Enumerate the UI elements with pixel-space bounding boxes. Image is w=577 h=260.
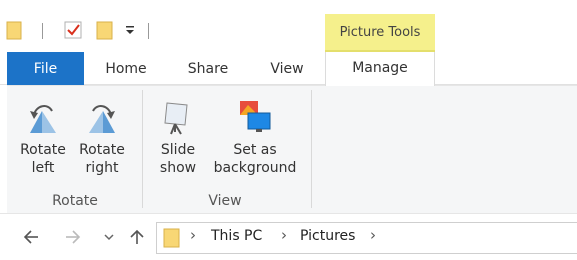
tab-view-label: View bbox=[270, 60, 304, 77]
up-arrow-icon bbox=[130, 229, 144, 244]
slideshow-icon bbox=[164, 102, 188, 135]
recent-locations-button[interactable] bbox=[100, 228, 118, 246]
back-arrow-icon bbox=[23, 230, 38, 244]
group-separator bbox=[311, 90, 312, 208]
context-tab-label: Picture Tools bbox=[339, 25, 421, 40]
breadcrumb-separator-icon[interactable]: › bbox=[370, 226, 376, 244]
picture-tools-context-header: Picture Tools bbox=[325, 14, 435, 51]
tab-file-label: File bbox=[33, 60, 58, 77]
breadcrumb-separator-icon[interactable]: › bbox=[281, 226, 287, 244]
properties-icon[interactable] bbox=[63, 19, 85, 41]
breadcrumb-pictures[interactable]: Pictures bbox=[300, 228, 355, 244]
breadcrumb-this-pc[interactable]: This PC bbox=[211, 228, 262, 244]
set-as-background-label: Set as background bbox=[213, 142, 297, 176]
slideshow-button[interactable]: Slide show bbox=[152, 99, 204, 177]
tab-manage[interactable]: Manage bbox=[325, 50, 435, 86]
group-separator bbox=[142, 90, 143, 208]
rotate-right-icon bbox=[89, 105, 115, 133]
folder-icon bbox=[6, 21, 22, 40]
title-bar: Picture Tools bbox=[0, 0, 577, 51]
back-button[interactable] bbox=[22, 228, 40, 246]
tab-manage-accent bbox=[325, 50, 435, 52]
rotate-left-icon bbox=[30, 105, 56, 133]
tab-view[interactable]: View bbox=[257, 52, 317, 85]
tab-share[interactable]: Share bbox=[178, 52, 238, 85]
customize-qat-icon[interactable] bbox=[124, 24, 136, 36]
set-as-background-button[interactable]: Set as background bbox=[209, 99, 301, 177]
chevron-down-icon bbox=[104, 234, 114, 241]
forward-button[interactable] bbox=[64, 228, 82, 246]
rotate-right-button[interactable]: Rotate right bbox=[74, 99, 130, 177]
tab-home-label: Home bbox=[105, 60, 147, 77]
location-folder-icon bbox=[163, 228, 180, 248]
breadcrumb-separator-icon[interactable]: › bbox=[190, 226, 196, 244]
up-button[interactable] bbox=[128, 228, 146, 246]
set-background-icon bbox=[240, 101, 271, 132]
forward-arrow-icon bbox=[66, 230, 81, 244]
qat-separator bbox=[42, 23, 43, 39]
group-label-rotate: Rotate bbox=[52, 193, 98, 209]
slideshow-label: Slide show bbox=[159, 142, 197, 176]
group-label-view: View bbox=[208, 193, 242, 209]
rotate-left-label: Rotate left bbox=[20, 142, 66, 176]
tab-file[interactable]: File bbox=[7, 52, 84, 85]
tab-manage-label: Manage bbox=[352, 60, 408, 76]
rotate-left-button[interactable]: Rotate left bbox=[15, 99, 71, 177]
new-folder-icon[interactable] bbox=[96, 20, 114, 40]
tab-share-label: Share bbox=[187, 60, 229, 77]
tab-home[interactable]: Home bbox=[97, 52, 155, 85]
rotate-right-label: Rotate right bbox=[79, 142, 125, 176]
qat-separator bbox=[148, 23, 149, 39]
